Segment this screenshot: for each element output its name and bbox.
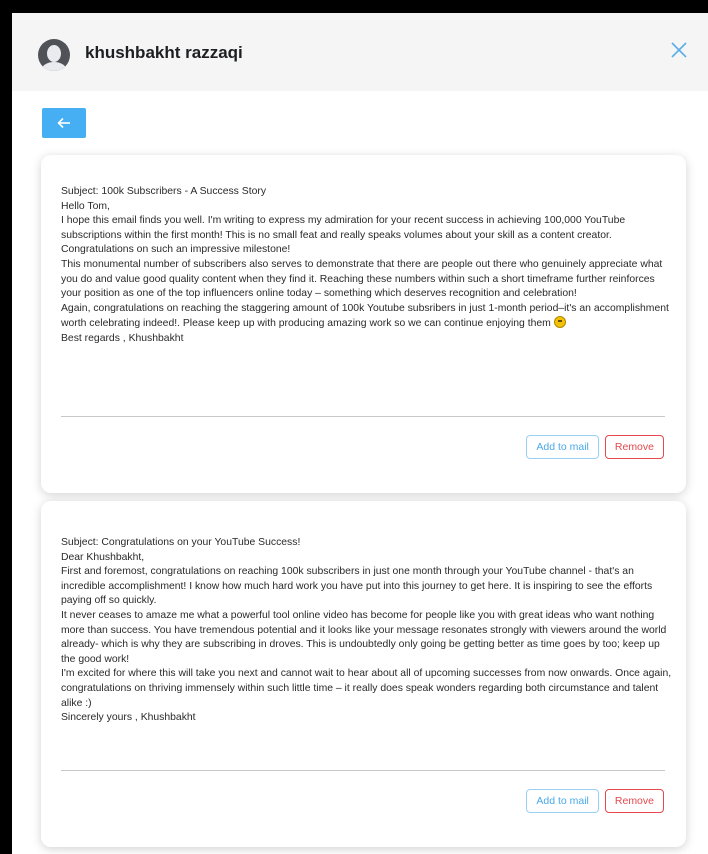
email-paragraph: Again, congratulations on reaching the s… [61, 302, 669, 330]
email-card: Subject: 100k Subscribers - A Success St… [41, 155, 686, 493]
back-button[interactable] [42, 108, 86, 138]
remove-button[interactable]: Remove [604, 789, 664, 813]
email-paragraph: It never ceases to amaze me what a power… [61, 609, 667, 665]
email-drafts-panel: khushbakht razzaqi Subject: 100k Subscri… [12, 13, 708, 854]
email-paragraph: I hope this email finds you well. I'm wr… [61, 215, 626, 256]
user-name: khushbakht razzaqi [85, 43, 243, 62]
email-paragraph: I'm excited for where this will take you… [61, 668, 672, 709]
email-paragraph: This monumental number of subscribers al… [61, 258, 663, 300]
email-body: Subject: Congratulations on your YouTube… [61, 536, 673, 726]
smiley-emoji-icon [553, 316, 566, 329]
email-subject: Subject: 100k Subscribers - A Success St… [61, 186, 267, 197]
card-actions: Add to mail Remove [526, 435, 664, 459]
panel-header: khushbakht razzaqi [12, 13, 708, 91]
email-body: Subject: 100k Subscribers - A Success St… [61, 185, 673, 347]
divider [61, 416, 665, 417]
email-paragraph: First and foremost, congratulations on r… [61, 566, 653, 607]
remove-button[interactable]: Remove [604, 435, 664, 459]
email-greeting: Dear Khushbakht, [61, 551, 145, 563]
arrow-left-icon [57, 117, 70, 129]
email-subject: Subject: Congratulations on your YouTube… [61, 537, 301, 548]
email-signoff: Sincerely yours , Khushbakht [61, 712, 196, 724]
user-avatar-icon [38, 39, 70, 71]
email-signoff: Best regards , Khushbakht [61, 332, 184, 344]
divider [61, 770, 665, 771]
email-card: Subject: Congratulations on your YouTube… [41, 501, 686, 847]
add-to-mail-button[interactable]: Add to mail [526, 789, 599, 813]
add-to-mail-button[interactable]: Add to mail [526, 435, 599, 459]
close-icon[interactable] [668, 39, 690, 61]
card-actions: Add to mail Remove [526, 789, 664, 813]
email-greeting: Hello Tom, [61, 200, 110, 212]
